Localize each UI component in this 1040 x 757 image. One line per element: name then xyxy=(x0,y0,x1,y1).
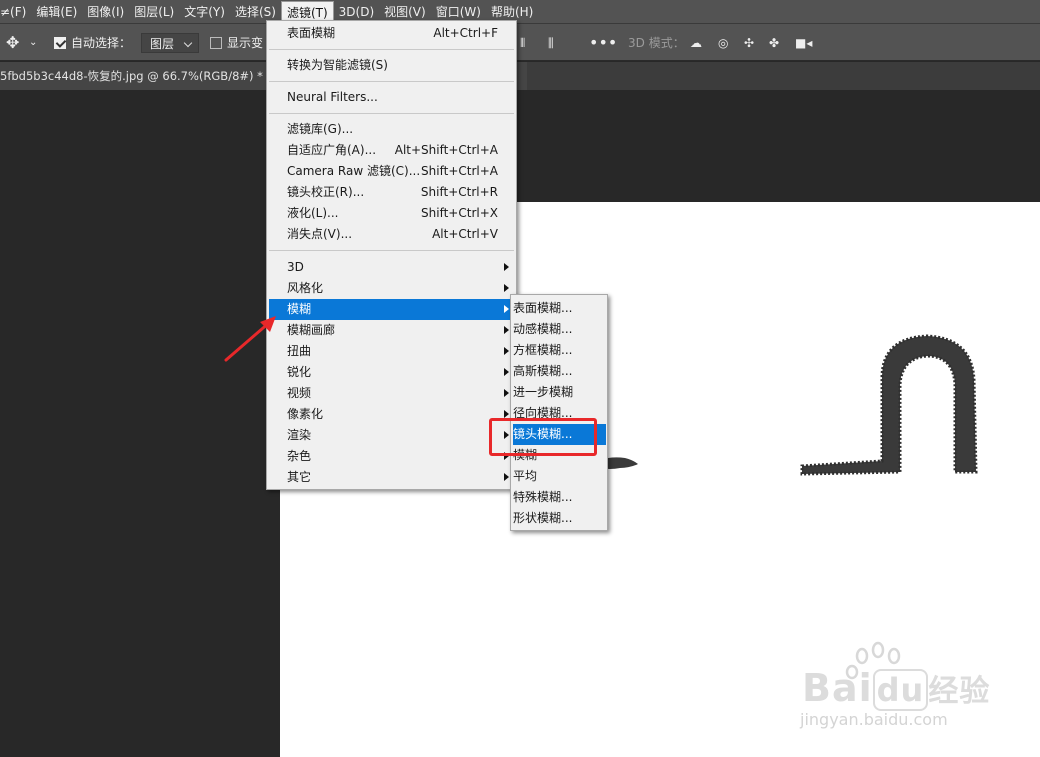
watermark-url: jingyan.baidu.com xyxy=(800,710,948,729)
move-tool-icon[interactable]: ✥ xyxy=(6,33,19,53)
menu-item-adaptive-wide-angle[interactable]: 自适应广角(A)... Alt+Shift+Ctrl+A xyxy=(269,140,514,161)
submenu-item-average[interactable]: 平均 xyxy=(513,466,606,487)
menu-item-render[interactable]: 渲染 xyxy=(269,425,514,446)
menu-separator xyxy=(269,250,514,251)
checkbox-icon xyxy=(210,37,222,49)
menu-item-noise[interactable]: 杂色 xyxy=(269,446,514,467)
roll-3d-icon[interactable]: ◎ xyxy=(718,33,728,53)
options-bar: ✥ ⌄ 自动选择： 图层 显示变 ⦀ ⫼ ••• 3D 模式： ☁ ◎ ✣ ✤ … xyxy=(0,24,1040,61)
submenu-item-surface-blur[interactable]: 表面模糊... xyxy=(513,298,606,319)
menu-file[interactable]: ≠(F) xyxy=(0,1,31,23)
menu-image[interactable]: 图像(I) xyxy=(82,1,129,23)
menu-item-3d[interactable]: 3D xyxy=(269,257,514,278)
submenu-arrow-icon xyxy=(504,263,509,271)
menu-item-neural-filters[interactable]: Neural Filters... xyxy=(269,87,514,108)
auto-select-checkbox[interactable]: 自动选择： xyxy=(54,33,131,53)
show-transform-checkbox[interactable]: 显示变 xyxy=(210,33,263,53)
menu-item-stylize[interactable]: 风格化 xyxy=(269,278,514,299)
menu-separator xyxy=(269,49,514,50)
chevron-down-icon[interactable]: ⌄ xyxy=(29,33,37,53)
menu-edit[interactable]: 编辑(E) xyxy=(31,1,82,23)
submenu-item-blur-more[interactable]: 进一步模糊 xyxy=(513,382,606,403)
blur-submenu: 表面模糊... 动感模糊... 方框模糊... 高斯模糊... 进一步模糊 径向… xyxy=(510,294,608,531)
submenu-arrow-icon xyxy=(504,389,509,397)
menu-item-sharpen[interactable]: 锐化 xyxy=(269,362,514,383)
menu-item-camera-raw[interactable]: Camera Raw 滤镜(C)... Shift+Ctrl+A xyxy=(269,161,514,182)
submenu-arrow-icon xyxy=(504,410,509,418)
filter-menu: 表面模糊 Alt+Ctrl+F 转换为智能滤镜(S) Neural Filters… xyxy=(266,20,517,490)
watermark-brand: Bai du 经验 xyxy=(802,666,991,711)
more-options-icon[interactable]: ••• xyxy=(589,33,617,53)
submenu-item-motion-blur[interactable]: 动感模糊... xyxy=(513,319,606,340)
annotation-highlight-box xyxy=(489,418,597,456)
menu-bar: ≠(F) 编辑(E) 图像(I) 图层(L) 文字(Y) 选择(S) 滤镜(T)… xyxy=(0,0,1040,24)
menu-item-lens-correction[interactable]: 镜头校正(R)... Shift+Ctrl+R xyxy=(269,182,514,203)
submenu-arrow-icon xyxy=(504,305,509,313)
menu-item-blur-gallery[interactable]: 模糊画廊 xyxy=(269,320,514,341)
menu-item-other[interactable]: 其它 xyxy=(269,467,514,488)
submenu-item-shape-blur[interactable]: 形状模糊... xyxy=(513,508,606,529)
menu-item-blur[interactable]: 模糊 xyxy=(269,299,514,320)
submenu-arrow-icon xyxy=(504,473,509,481)
menu-item-convert-smart-filter[interactable]: 转换为智能滤镜(S) xyxy=(269,55,514,76)
menu-item-last-filter[interactable]: 表面模糊 Alt+Ctrl+F xyxy=(269,23,514,44)
menu-type[interactable]: 文字(Y) xyxy=(179,1,230,23)
distribute-icon[interactable]: ⫼ xyxy=(548,33,554,53)
submenu-arrow-icon xyxy=(504,284,509,292)
submenu-item-gaussian-blur[interactable]: 高斯模糊... xyxy=(513,361,606,382)
menu-item-filter-gallery[interactable]: 滤镜库(G)... xyxy=(269,119,514,140)
menu-item-video[interactable]: 视频 xyxy=(269,383,514,404)
document-tab-title: 5fbd5b3c44d8-恢复的.jpg @ 66.7%(RGB/8#) * xyxy=(0,69,263,83)
submenu-arrow-icon xyxy=(504,347,509,355)
submenu-item-smart-blur[interactable]: 特殊模糊... xyxy=(513,487,606,508)
mode-3d-label: 3D 模式： xyxy=(628,36,685,50)
submenu-item-box-blur[interactable]: 方框模糊... xyxy=(513,340,606,361)
menu-item-vanishing-point[interactable]: 消失点(V)... Alt+Ctrl+V xyxy=(269,224,514,245)
submenu-arrow-icon xyxy=(504,368,509,376)
document-tab[interactable]: 5fbd5b3c44d8-恢复的.jpg @ 66.7%(RGB/8#) * × xyxy=(0,62,268,90)
camera-3d-icon[interactable]: ■◂ xyxy=(795,33,812,53)
menu-item-pixelate[interactable]: 像素化 xyxy=(269,404,514,425)
menu-item-liquify[interactable]: 液化(L)... Shift+Ctrl+X xyxy=(269,203,514,224)
menu-item-distort[interactable]: 扭曲 xyxy=(269,341,514,362)
align-icon[interactable]: ⦀ xyxy=(520,33,525,53)
orbit-3d-icon[interactable]: ☁ xyxy=(690,33,702,53)
drag-3d-icon[interactable]: ✣ xyxy=(744,33,754,53)
document-tab-bar: 5fbd5b3c44d8-恢复的.jpg @ 66.7%(RGB/8#) * × xyxy=(0,62,1040,90)
slide-3d-icon[interactable]: ✤ xyxy=(769,33,779,53)
annotation-arrow-icon xyxy=(224,316,276,362)
baidu-watermark: Bai du 经验 jingyan.baidu.com xyxy=(800,640,989,735)
brush-arch-shape xyxy=(800,334,978,476)
submenu-arrow-icon xyxy=(504,326,509,334)
layer-dropdown[interactable]: 图层 xyxy=(141,33,200,53)
checkbox-icon xyxy=(54,37,66,49)
menu-layer[interactable]: 图层(L) xyxy=(129,1,179,23)
menu-separator xyxy=(269,81,514,82)
menu-separator xyxy=(269,113,514,114)
